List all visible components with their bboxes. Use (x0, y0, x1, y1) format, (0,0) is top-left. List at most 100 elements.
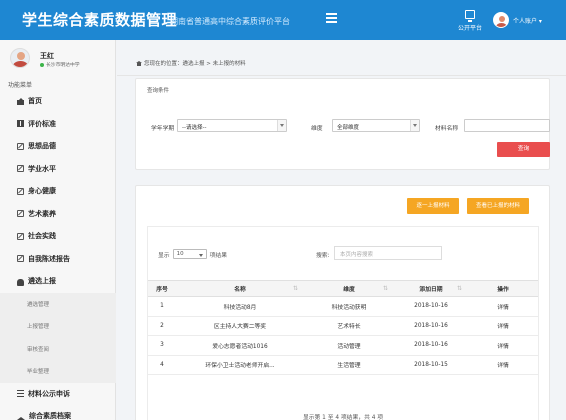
sidebar-item-label: 评价标准 (28, 119, 56, 128)
sidebar-item-selection-report[interactable]: 遴选上报 (0, 270, 116, 293)
edit-icon (17, 255, 24, 263)
cell-index: 2 (148, 316, 176, 336)
cell-dimension: 科技活动获明 (304, 296, 394, 317)
column-header-name[interactable]: 名称 ⇅ (176, 280, 304, 297)
column-header-label: 添加日期 (419, 287, 443, 293)
year-term-label: 学年学期 (151, 126, 175, 132)
sidebar-item-label: 遴选上报 (28, 277, 56, 286)
detail-link[interactable]: 详情 (468, 316, 538, 336)
user-school-label: 长沙市明达中学 (46, 63, 80, 68)
home-icon (136, 60, 142, 66)
search-button[interactable]: 查询 (497, 142, 550, 157)
cell-index: 4 (148, 355, 176, 375)
sidebar-item-standards[interactable]: 评价标准 (0, 113, 116, 136)
app-subtitle: 湖南省普通高中综合素质评价平台 (170, 17, 290, 26)
sidebar-subitem-selection-manage[interactable]: 遴选管理 (0, 292, 116, 315)
sort-icon[interactable]: ⇅ (457, 285, 462, 292)
breadcrumb: 您现在的位置：遴选上报 > 未上报的材料 (136, 59, 246, 67)
page-size-control: 显示 10 项结果 (158, 249, 227, 259)
sidebar-item-publicity-appeal[interactable]: 材料公示申诉 (0, 383, 116, 406)
sidebar-nav: 首页 评价标准 思想品德 学业水平 身心健康 艺术素养 社会实践 自我陈述报告 … (0, 90, 116, 420)
cell-name: 爱心志愿者活动1016 (176, 335, 304, 356)
sidebar-item-academic[interactable]: 学业水平 (0, 158, 116, 181)
column-header-index: 序号 (148, 280, 176, 297)
cell-date: 2018-10-15 (394, 355, 468, 375)
menu-toggle-icon[interactable] (326, 13, 337, 23)
sidebar-item-label: 材料公示申诉 (28, 389, 70, 398)
cell-date: 2018-10-16 (394, 335, 468, 356)
cell-dimension: 生活管理 (304, 355, 394, 375)
cell-date: 2018-10-16 (394, 316, 468, 336)
detail-link[interactable]: 详情 (468, 355, 538, 375)
cell-dimension: 艺术特长 (304, 316, 394, 336)
chevron-down-icon (410, 120, 419, 131)
dimension-select[interactable]: 全部维度 (332, 119, 420, 132)
sidebar-item-self-report[interactable]: 自我陈述报告 (0, 248, 116, 271)
account-label: 个人账户 ▾ (513, 17, 542, 25)
list-icon (17, 390, 24, 398)
graduation-cap-icon (17, 413, 25, 420)
top-header: 学生综合素质数据管理 湖南省普通高中综合素质评价平台 公开平台 个人账户 ▾ (0, 0, 566, 40)
table-info: 显示第 1 至 4 项结果，共 4 项 (302, 415, 384, 420)
user-name: 王红 (40, 52, 54, 60)
sidebar-item-practice[interactable]: 社会实践 (0, 225, 116, 248)
column-header-label: 名称 (234, 287, 246, 293)
sidebar-item-label: 思想品德 (28, 142, 56, 151)
sidebar-item-archive[interactable]: 综合素质档案 (0, 405, 116, 420)
sidebar-subitem-graduation[interactable]: 毕业整理 (0, 360, 116, 383)
edit-icon (17, 187, 24, 195)
dimension-value: 全部维度 (337, 125, 360, 131)
sort-icon[interactable]: ⇅ (383, 285, 388, 292)
material-name-input[interactable] (464, 119, 550, 132)
sidebar: 王红 长沙市明达中学 功能菜单 首页 评价标准 思想品德 学业水平 身心健康 艺… (0, 40, 116, 420)
edit-icon (17, 165, 24, 173)
page-size-select[interactable]: 10 (172, 249, 207, 259)
table-search-label: 搜索: (316, 253, 330, 259)
detail-link[interactable]: 详情 (468, 335, 538, 356)
breadcrumb-text: 您现在的位置：遴选上报 > 未上报的材料 (144, 61, 246, 67)
upload-one-button[interactable]: 逐一上报材料 (407, 198, 459, 214)
query-panel-title: 查询条件 (147, 88, 170, 94)
sidebar-item-label: 首页 (28, 97, 42, 106)
book-icon (17, 120, 24, 128)
sidebar-item-health[interactable]: 身心健康 (0, 180, 116, 203)
divider (117, 75, 566, 76)
sidebar-item-label: 学业水平 (28, 164, 56, 173)
cell-name: 科技活动8月 (176, 296, 304, 317)
user-avatar (10, 48, 30, 68)
online-status-icon (40, 62, 44, 67)
sidebar-item-arts[interactable]: 艺术素养 (0, 203, 116, 226)
table-header-row: 序号 名称 ⇅ 维度 ⇅ 添加日期 ⇅ 操作 (148, 280, 538, 297)
sidebar-item-home[interactable]: 首页 (0, 90, 116, 113)
year-term-value: --请选择-- (182, 125, 207, 131)
nav-title: 功能菜单 (8, 82, 33, 89)
cloud-upload-icon (17, 278, 24, 286)
main-content: 您现在的位置：遴选上报 > 未上报的材料 查询条件 学年学期 --请选择-- 维… (117, 40, 566, 420)
cell-name: 环保小卫士活动老师开启... (176, 355, 304, 375)
column-header-dimension[interactable]: 维度 ⇅ (304, 280, 394, 297)
table-row: 3 爱心志愿者活动1016 活动管理 2018-10-16 详情 (148, 335, 538, 356)
table-container: 显示 10 项结果 搜索: 本页内容搜索 序号 名称 ⇅ 维度 ⇅ 添加日期 ⇅ 操作 (147, 226, 539, 420)
sidebar-item-label: 自我陈述报告 (28, 254, 70, 263)
app-title: 学生综合素质数据管理 (22, 11, 178, 29)
account-menu[interactable]: 个人账户 ▾ (493, 12, 542, 28)
table-row: 2 区主持人大赛二等奖 艺术特长 2018-10-16 详情 (148, 316, 538, 336)
edit-icon (17, 232, 24, 240)
material-list-panel: 逐一上报材料 查看已上报的材料 显示 10 项结果 搜索: 本页内容搜索 序号 … (135, 185, 550, 420)
sort-icon[interactable]: ⇅ (293, 285, 298, 292)
edit-icon (17, 142, 24, 150)
table-search-input[interactable]: 本页内容搜索 (334, 246, 442, 260)
show-prefix: 显示 (158, 252, 170, 259)
table-row: 4 环保小卫士活动老师开启... 生活管理 2018-10-15 详情 (148, 355, 538, 375)
detail-link[interactable]: 详情 (468, 296, 538, 317)
sidebar-item-morality[interactable]: 思想品德 (0, 135, 116, 158)
column-header-action: 操作 (468, 280, 538, 297)
view-uploaded-button[interactable]: 查看已上报的材料 (467, 198, 529, 214)
sidebar-subitem-report-manage[interactable]: 上报管理 (0, 315, 116, 338)
public-platform-button[interactable]: 公开平台 (452, 10, 488, 32)
monitor-icon (465, 10, 475, 22)
chevron-down-icon (277, 120, 286, 131)
sidebar-subitem-review[interactable]: 审核查阅 (0, 337, 116, 360)
year-term-select[interactable]: --请选择-- (177, 119, 287, 132)
column-header-date[interactable]: 添加日期 ⇅ (394, 280, 468, 297)
